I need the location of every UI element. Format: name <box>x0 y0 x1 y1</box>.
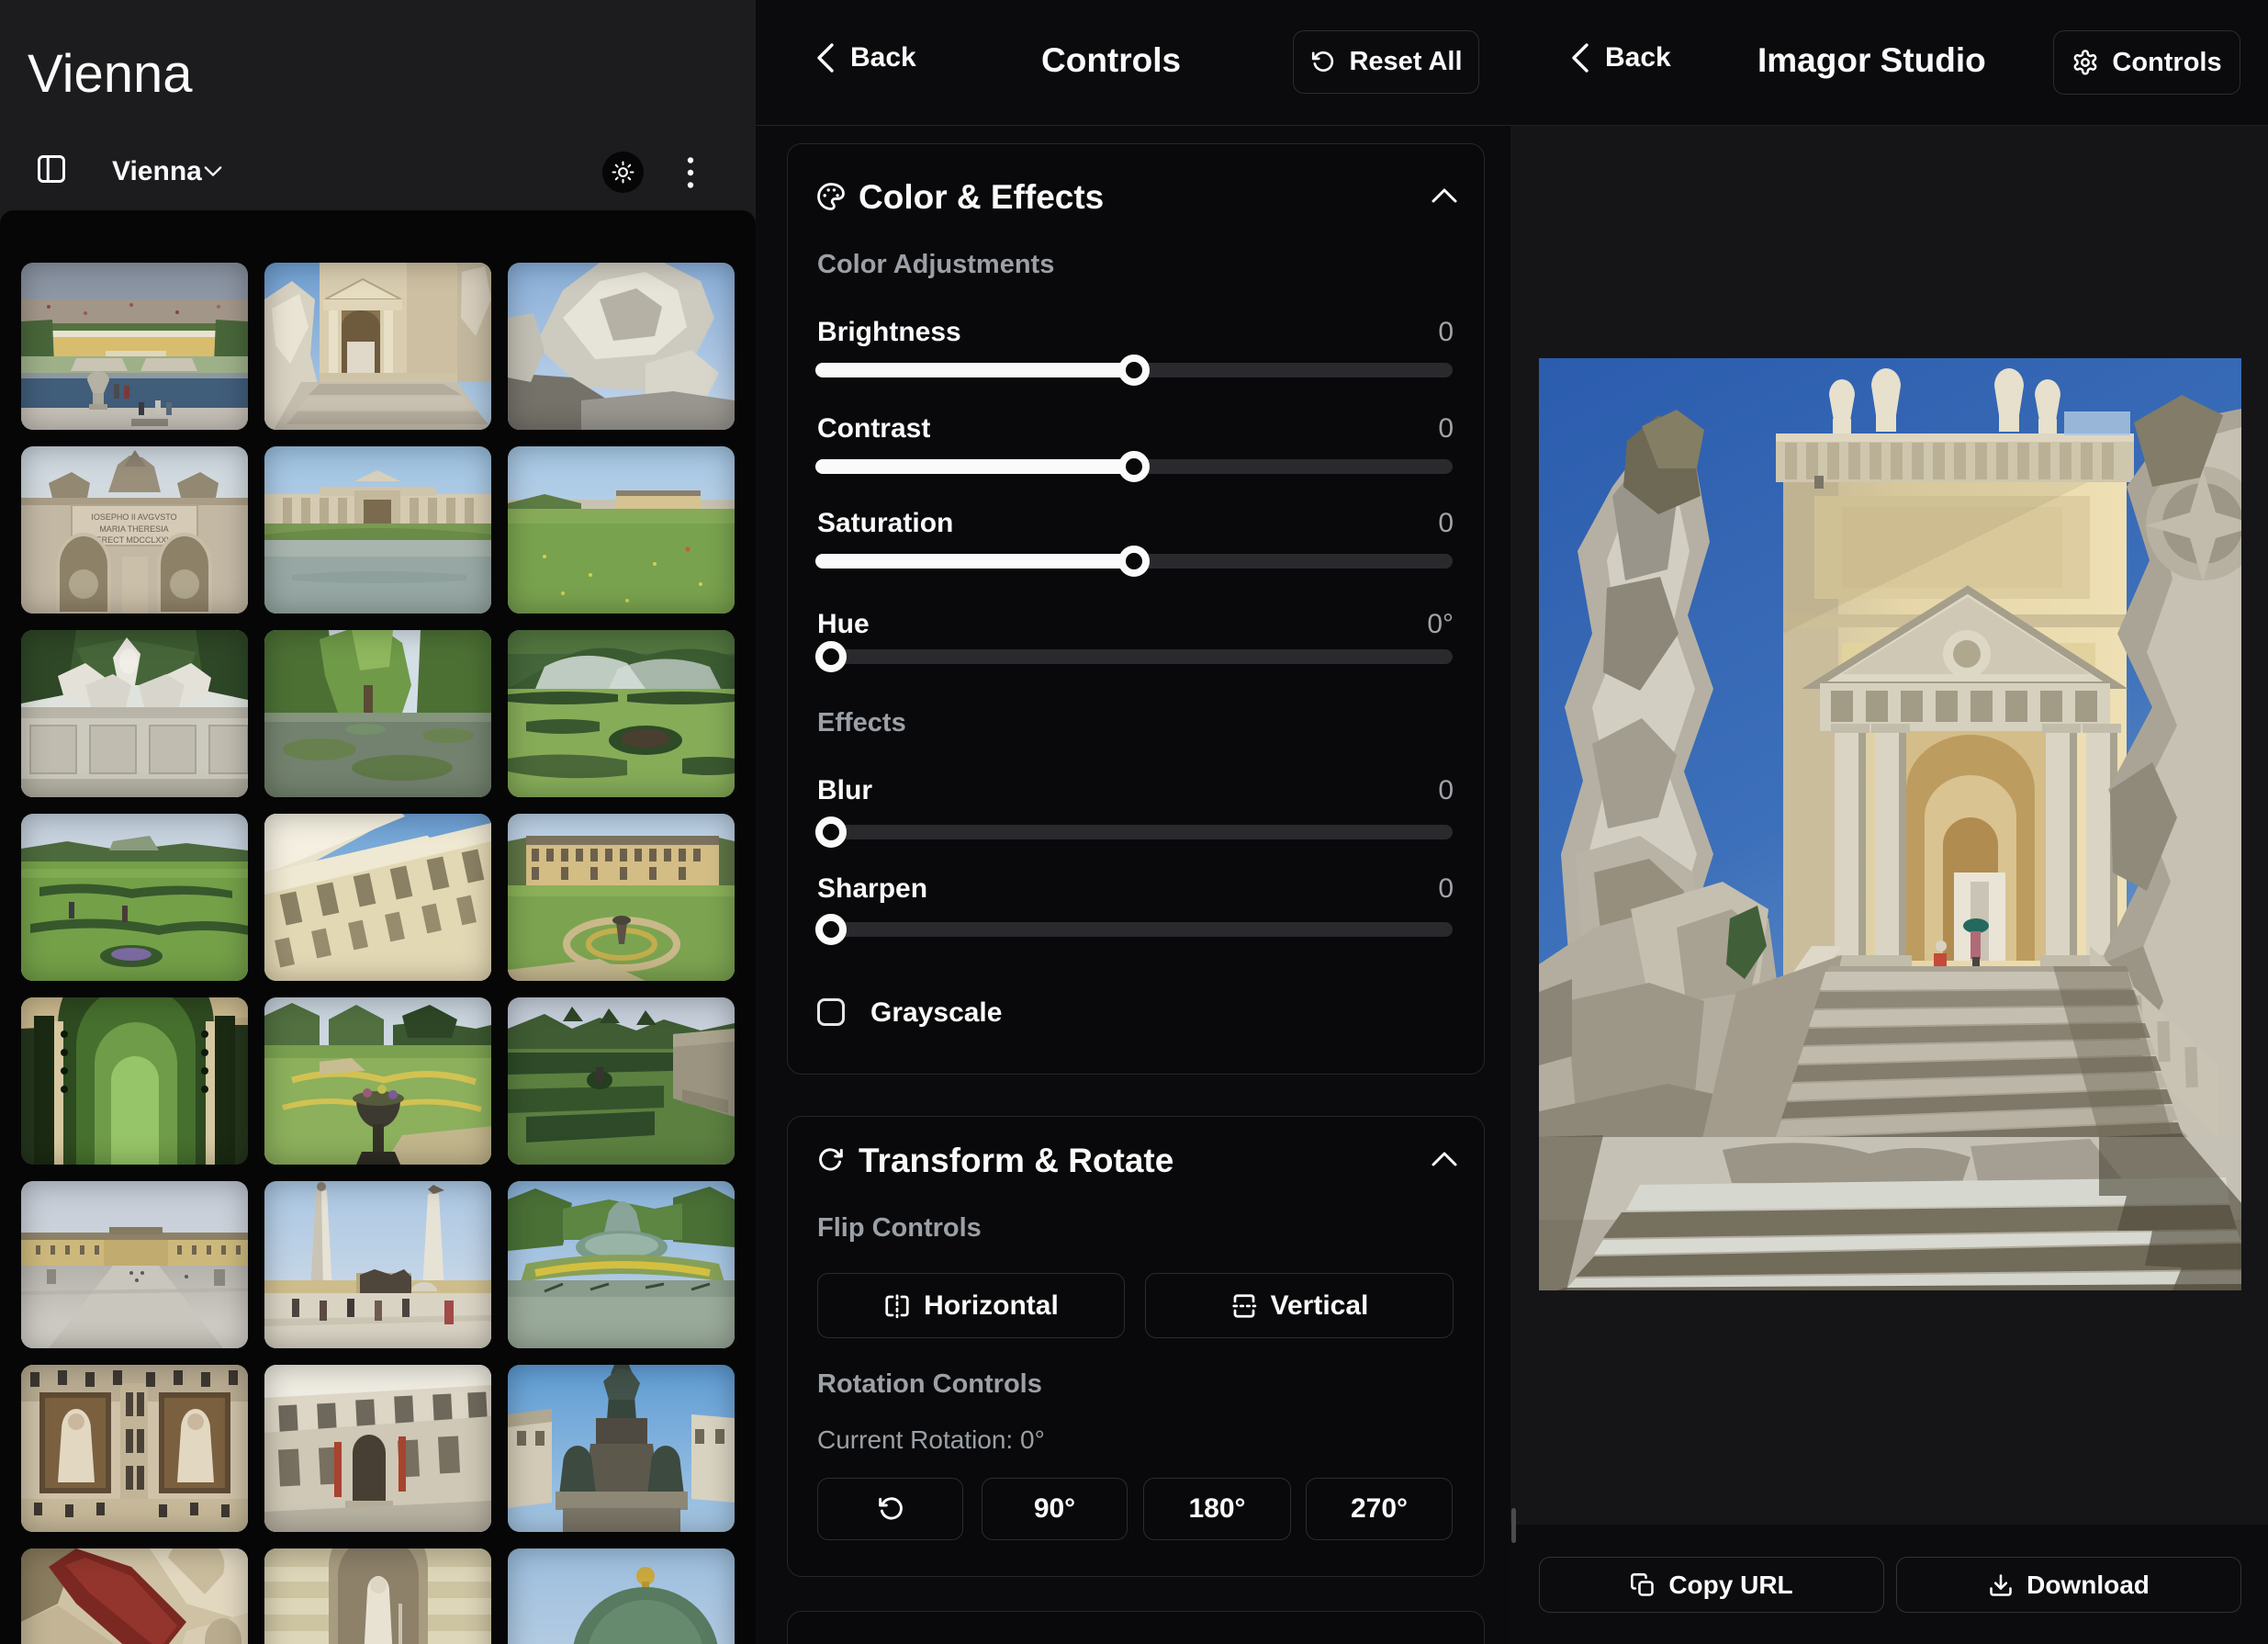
svg-text:ERECT MDCCLXXV: ERECT MDCCLXXV <box>96 535 173 545</box>
svg-text:IOSEPHO II AVGVSTO: IOSEPHO II AVGVSTO <box>91 512 176 522</box>
svg-text:MARIA THERESIA: MARIA THERESIA <box>99 524 168 534</box>
